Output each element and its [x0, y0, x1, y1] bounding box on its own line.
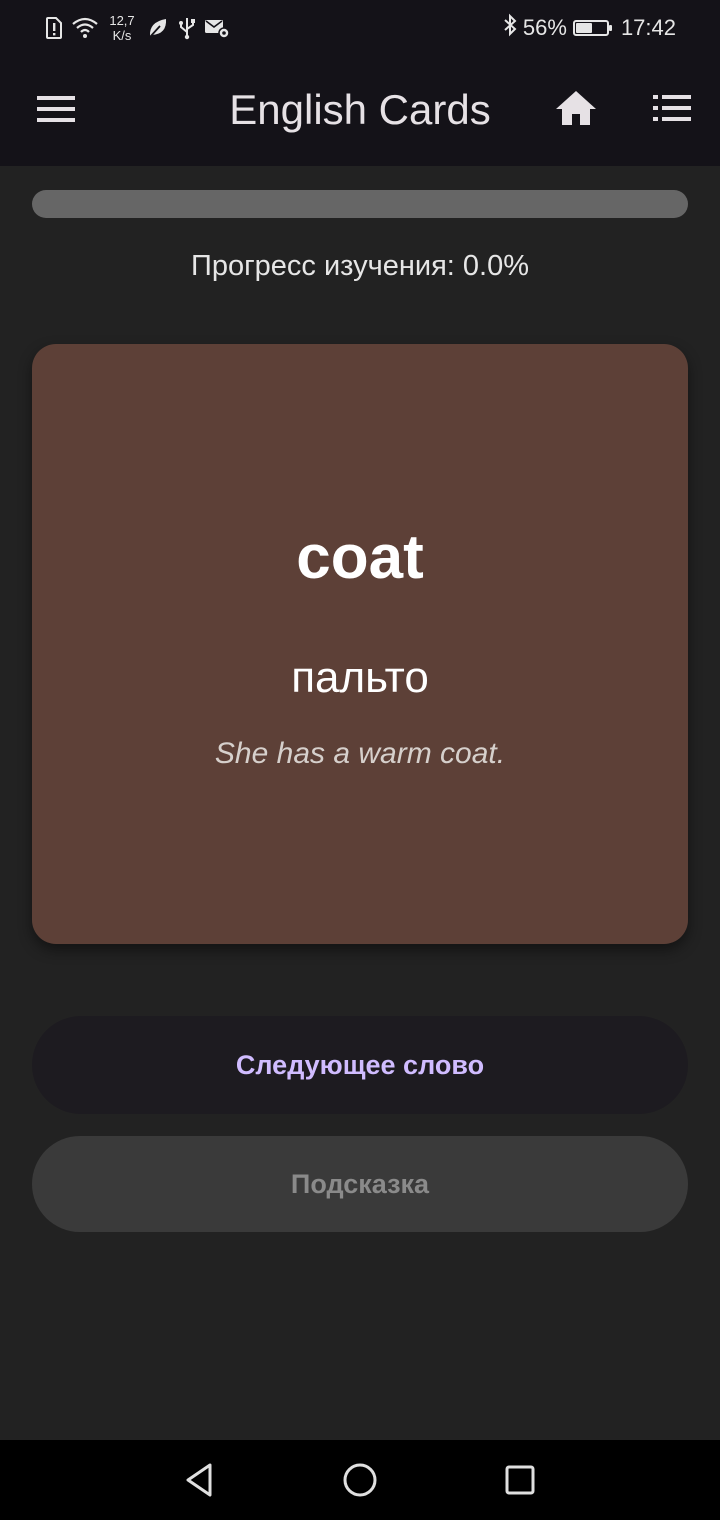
- battery-charging-icon: [572, 20, 612, 36]
- network-speed-unit: K/s: [112, 28, 132, 43]
- progress-value: 0.0%: [462, 250, 530, 282]
- status-right: 56% 17:42: [503, 10, 676, 46]
- sim-alert-icon: [44, 16, 64, 40]
- list-button[interactable]: [642, 84, 702, 136]
- leaf-icon: [146, 16, 170, 40]
- system-nav-bar: [0, 1440, 720, 1520]
- progress-bar: [32, 190, 688, 218]
- network-speed: 12,7 K/s: [106, 13, 138, 43]
- usb-icon: [178, 16, 196, 40]
- next-word-button[interactable]: Следующее слово: [32, 1016, 688, 1114]
- home-button[interactable]: [546, 84, 606, 136]
- list-icon: [653, 94, 691, 127]
- app-bar: English Cards: [0, 56, 720, 166]
- battery-level-fill: [575, 23, 592, 33]
- network-speed-value: 12,7: [109, 13, 135, 28]
- word-card[interactable]: [32, 344, 688, 944]
- status-time: 17:42: [620, 15, 676, 40]
- card-translation: пальто: [291, 653, 429, 702]
- card-word: coat: [296, 523, 424, 592]
- bluetooth-icon: [503, 13, 517, 43]
- home-nav-button[interactable]: [340, 1460, 380, 1500]
- recents-button[interactable]: [500, 1460, 540, 1500]
- battery-percent: 56%: [522, 15, 567, 40]
- home-circle-icon: [340, 1463, 380, 1504]
- status-left-icons: 12,7 K/s: [44, 10, 230, 46]
- progress-text: Прогресс изучения: 0.0%: [0, 246, 720, 286]
- recents-icon: [500, 1465, 540, 1504]
- mail-settings-icon: [204, 17, 230, 39]
- app-title: English Cards: [229, 86, 491, 133]
- card-example: She has a warm coat.: [214, 737, 506, 770]
- back-button[interactable]: [180, 1460, 220, 1500]
- home-icon: [555, 90, 597, 131]
- back-icon: [180, 1463, 220, 1504]
- wifi-icon: [72, 17, 98, 39]
- status-bar: 12,7 K/s 56% 17:42: [0, 0, 720, 56]
- hint-button[interactable]: Подсказка: [32, 1136, 688, 1232]
- progress-label: Прогресс изучения:: [190, 250, 463, 282]
